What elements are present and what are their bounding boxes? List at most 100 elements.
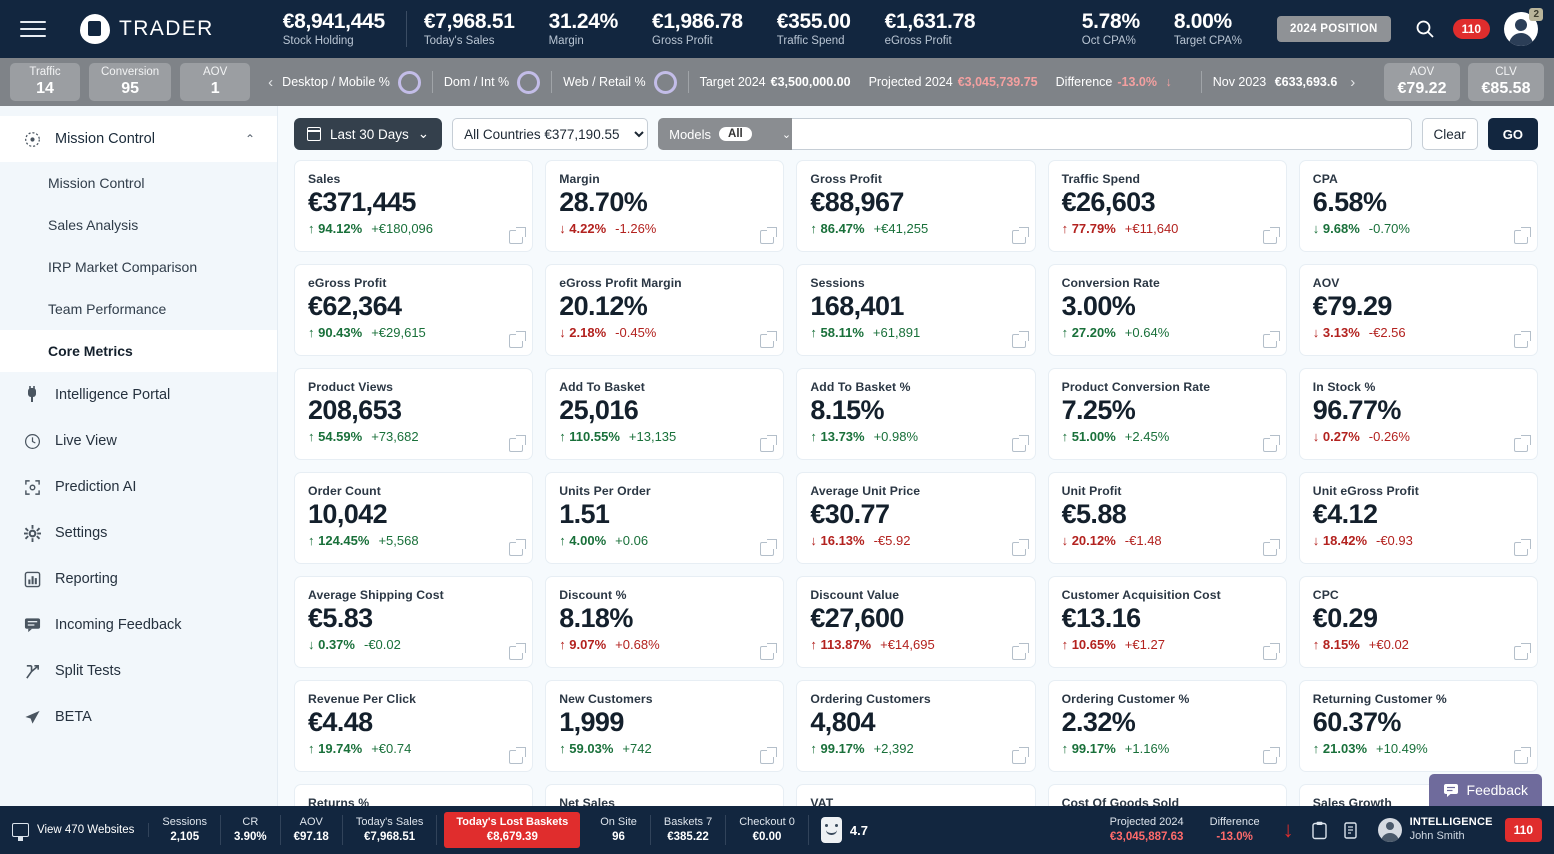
metric-card[interactable]: AOV €79.29 ↓ 3.13% -€2.56 (1298, 264, 1538, 356)
metric-card[interactable]: Order Count 10,042 ↑ 124.45% +5,568 (294, 472, 534, 564)
user-avatar[interactable]: 2 (1504, 7, 1543, 46)
sidebar-group-mission-control[interactable]: Mission Control ⌃ (0, 116, 277, 162)
open-external-icon[interactable] (509, 747, 527, 764)
open-external-icon[interactable] (1262, 747, 1280, 764)
metric-card[interactable]: Ordering Customer % 2.32% ↑ 99.17% +1.16% (1047, 680, 1287, 772)
open-external-icon[interactable] (1262, 227, 1280, 244)
subbar-pill[interactable]: Conversion 95 (89, 62, 172, 102)
bottom-metric[interactable]: Sessions 2,105 (149, 815, 222, 845)
open-external-icon[interactable] (1513, 643, 1531, 660)
open-external-icon[interactable] (1513, 331, 1531, 348)
open-external-icon[interactable] (760, 331, 778, 348)
metric-card[interactable]: Cost Of Goods Sold (1047, 784, 1287, 806)
open-external-icon[interactable] (1513, 539, 1531, 556)
metric-card[interactable]: Average Shipping Cost €5.83 ↓ 0.37% -€0.02 (294, 576, 534, 668)
metric-card[interactable]: Unit eGross Profit €4.12 ↓ 18.42% -€0.93 (1298, 472, 1538, 564)
open-external-icon[interactable] (509, 227, 527, 244)
metric-card[interactable]: Average Unit Price €30.77 ↓ 16.13% -€5.92 (796, 472, 1036, 564)
models-dropdown[interactable]: Models All ⌄ (658, 118, 803, 150)
sidebar-item-sales-analysis[interactable]: Sales Analysis (0, 204, 277, 246)
metric-card[interactable]: Discount % 8.18% ↑ 9.07% +0.68% (545, 576, 785, 668)
open-external-icon[interactable] (509, 435, 527, 452)
search-input[interactable] (792, 118, 1412, 150)
metric-card[interactable]: eGross Profit Margin 20.12% ↓ 2.18% -0.45% (545, 264, 785, 356)
metric-card[interactable]: Units Per Order 1.51 ↑ 4.00% +0.06 (545, 472, 785, 564)
metric-card[interactable]: Gross Profit €88,967 ↑ 86.47% +€41,255 (796, 160, 1036, 252)
open-external-icon[interactable] (1513, 435, 1531, 452)
carousel-prev-icon[interactable]: ‹ (259, 74, 282, 91)
open-external-icon[interactable] (760, 643, 778, 660)
metric-card[interactable]: New Customers 1,999 ↑ 59.03% +742 (545, 680, 785, 772)
subbar-pill[interactable]: Traffic 14 (10, 62, 80, 102)
metric-card[interactable]: Ordering Customers 4,804 ↑ 99.17% +2,392 (796, 680, 1036, 772)
open-external-icon[interactable] (1262, 435, 1280, 452)
open-external-icon[interactable] (1011, 435, 1029, 452)
metric-card[interactable]: eGross Profit €62,364 ↑ 90.43% +€29,615 (294, 264, 534, 356)
report-icon[interactable] (1341, 819, 1363, 841)
metric-card[interactable]: Sales €371,445 ↑ 94.12% +€180,096 (294, 160, 534, 252)
open-external-icon[interactable] (509, 331, 527, 348)
sidebar-item-core-metrics[interactable]: Core Metrics (0, 330, 277, 372)
bottom-metric[interactable]: CR 3.90% (221, 815, 281, 845)
metric-card[interactable]: Unit Profit €5.88 ↓ 20.12% -€1.48 (1047, 472, 1287, 564)
metric-card[interactable]: Conversion Rate 3.00% ↑ 27.20% +0.64% (1047, 264, 1287, 356)
metric-cards-scroll[interactable]: Sales €371,445 ↑ 94.12% +€180,096 Margin 28.7… (278, 160, 1554, 806)
sidebar-item-irp-market-comparison[interactable]: IRP Market Comparison (0, 246, 277, 288)
brand-logo[interactable]: TRADER (80, 14, 214, 44)
sidebar-item-prediction-ai[interactable]: Prediction AI (0, 464, 277, 510)
metric-card[interactable]: Sessions 168,401 ↑ 58.11% +61,891 (796, 264, 1036, 356)
view-websites-button[interactable]: View 470 Websites (12, 823, 150, 841)
position-badge[interactable]: 2024 POSITION (1277, 15, 1391, 42)
sidebar-item-settings[interactable]: Settings (0, 510, 277, 556)
metric-card[interactable]: Returning Customer % 60.37% ↑ 21.03% +10.49… (1298, 680, 1538, 772)
go-button[interactable]: GO (1487, 118, 1538, 150)
open-external-icon[interactable] (1011, 643, 1029, 660)
user-profile-chip[interactable]: INTELLIGENCE John Smith (1377, 816, 1493, 844)
sidebar-item-split-tests[interactable]: Split Tests (0, 648, 277, 694)
metric-card[interactable]: CPC €0.29 ↑ 8.15% +€0.02 (1298, 576, 1538, 668)
split-segment[interactable]: Dom / Int % (444, 70, 541, 94)
open-external-icon[interactable] (1513, 227, 1531, 244)
split-segment[interactable]: Desktop / Mobile % (282, 70, 421, 94)
sidebar-item-reporting[interactable]: Reporting (0, 556, 277, 602)
sidebar-item-team-performance[interactable]: Team Performance (0, 288, 277, 330)
metric-card[interactable]: Traffic Spend €26,603 ↑ 77.79% +€11,640 (1047, 160, 1287, 252)
open-external-icon[interactable] (1513, 747, 1531, 764)
metric-card[interactable]: VAT (796, 784, 1036, 806)
search-icon[interactable] (1407, 11, 1443, 47)
metric-card[interactable]: Returns % (294, 784, 534, 806)
metric-card[interactable]: Add To Basket % 8.15% ↑ 13.73% +0.98% (796, 368, 1036, 460)
bottom-metric[interactable]: AOV €97.18 (281, 815, 343, 845)
bottom-metric[interactable]: Checkout 0 €0.00 (726, 815, 809, 845)
sidebar-item-intelligence-portal[interactable]: Intelligence Portal (0, 372, 277, 418)
metric-card[interactable]: Product Views 208,653 ↑ 54.59% +73,682 (294, 368, 534, 460)
bottom-metric[interactable]: Today's Sales €7,968.51 (343, 815, 438, 845)
clear-button[interactable]: Clear (1421, 118, 1478, 150)
metric-card[interactable]: Discount Value €27,600 ↑ 113.87% +€14,695 (796, 576, 1036, 668)
metric-card[interactable]: CPA 6.58% ↓ 9.68% -0.70% (1298, 160, 1538, 252)
sidebar-item-incoming-feedback[interactable]: Incoming Feedback (0, 602, 277, 648)
open-external-icon[interactable] (760, 227, 778, 244)
split-segment[interactable]: Web / Retail % (563, 70, 677, 94)
bottom-metric[interactable]: Baskets 7 €385.22 (651, 815, 727, 845)
sidebar-item-live-view[interactable]: Live View (0, 418, 277, 464)
clipboard-icon[interactable] (1309, 819, 1331, 841)
sidebar-item-mission-control[interactable]: Mission Control (0, 162, 277, 204)
notification-badge[interactable]: 110 (1452, 18, 1490, 39)
metric-card[interactable]: Revenue Per Click €4.48 ↑ 19.74% +€0.74 (294, 680, 534, 772)
metric-card[interactable]: Product Conversion Rate 7.25% ↑ 51.00% +2.4… (1047, 368, 1287, 460)
subbar-right-pill[interactable]: AOV €79.22 (1384, 62, 1460, 102)
subbar-right-pill[interactable]: CLV €85.58 (1468, 62, 1544, 102)
sidebar-item-beta[interactable]: BETA (0, 694, 277, 740)
country-select[interactable]: All Countries €377,190.55 (+9… (452, 118, 649, 150)
metric-card[interactable]: In Stock % 96.77% ↓ 0.27% -0.26% (1298, 368, 1538, 460)
open-external-icon[interactable] (760, 435, 778, 452)
lost-baskets-alert[interactable]: Today's Lost Baskets €8,679.39 (444, 811, 581, 849)
metric-card[interactable]: Margin 28.70% ↓ 4.22% -1.26% (545, 160, 785, 252)
date-range-picker[interactable]: Last 30 Days ⌄ (294, 118, 443, 150)
open-external-icon[interactable] (1011, 331, 1029, 348)
subbar-pill[interactable]: AOV 1 (180, 62, 251, 102)
open-external-icon[interactable] (1011, 747, 1029, 764)
open-external-icon[interactable] (1011, 539, 1029, 556)
open-external-icon[interactable] (1262, 539, 1280, 556)
